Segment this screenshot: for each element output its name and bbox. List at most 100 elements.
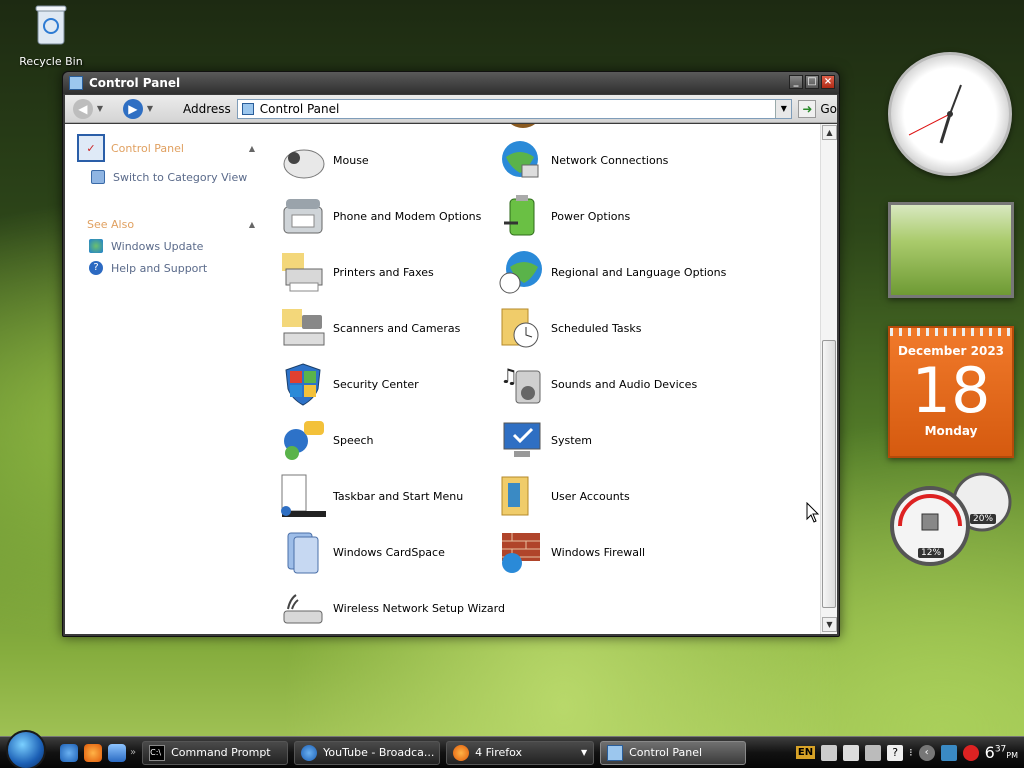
calendar-gadget[interactable]: December 2023 18 Monday [888, 326, 1014, 458]
item-speech[interactable]: Speech [279, 416, 374, 464]
keyboard-icon[interactable] [821, 744, 838, 761]
item-sounds-audio[interactable]: ♫ Sounds and Audio Devices [497, 360, 697, 408]
address-dropdown-icon[interactable]: ▼ [775, 99, 792, 118]
help-icon[interactable]: ? [887, 744, 904, 761]
memory-percent: 20% [970, 514, 997, 524]
item-scanners-cameras[interactable]: Scanners and Cameras [279, 304, 460, 352]
item-mouse-label: Mouse [333, 153, 369, 167]
taskbar-command-prompt[interactable]: C:\ Command Prompt [142, 740, 289, 765]
ie-icon[interactable] [60, 743, 78, 762]
pen-icon[interactable] [843, 744, 860, 761]
quick-launch-overflow-icon[interactable]: » [130, 747, 136, 758]
network-icon[interactable] [940, 744, 957, 761]
recycle-bin[interactable]: Recycle Bin [18, 4, 84, 68]
firefox-icon[interactable] [84, 743, 102, 762]
minimize-button[interactable]: _ [789, 75, 803, 89]
slideshow-gadget[interactable] [888, 202, 1014, 298]
item-wireless-setup-wizard-label: Wireless Network Setup Wizard [333, 601, 505, 615]
collapse-icon[interactable]: ▲ [249, 144, 255, 153]
scroll-down-button[interactable]: ▼ [822, 617, 837, 632]
scroll-up-button[interactable]: ▲ [822, 125, 837, 140]
item-system[interactable]: System [497, 416, 592, 464]
back-dropdown-icon[interactable]: ▼ [97, 104, 103, 113]
command-prompt-icon: C:\ [149, 744, 166, 761]
item-phone-modem[interactable]: Phone and Modem Options [279, 192, 481, 240]
mouse-cursor-icon [806, 502, 820, 523]
item-user-accounts[interactable]: User Accounts [497, 472, 630, 520]
item-windows-cardspace[interactable]: Windows CardSpace [279, 528, 445, 576]
cpu-meter-gadget[interactable]: 12% 20% [890, 470, 1014, 570]
address-bar[interactable]: Control Panel ▼ [236, 98, 793, 119]
help-support-link[interactable]: ? Help and Support [89, 261, 263, 275]
item-wireless-setup-wizard[interactable]: Wireless Network Setup Wizard [279, 584, 505, 632]
maximize-button[interactable]: □ [805, 75, 819, 89]
shield-icon [279, 360, 327, 408]
address-value[interactable]: Control Panel [260, 102, 776, 116]
item-scheduled-tasks[interactable]: Scheduled Tasks [497, 304, 642, 352]
vertical-scrollbar[interactable]: ▲ ▼ [820, 124, 837, 634]
scroll-thumb[interactable] [822, 340, 836, 608]
taskbar-firefox-group[interactable]: 4 Firefox ▼ [446, 740, 595, 765]
control-panel-section[interactable]: ✓ Control Panel ▲ [77, 134, 263, 162]
calendar-rings [890, 328, 1012, 336]
item-taskbar-start-menu[interactable]: Taskbar and Start Menu [279, 472, 463, 520]
help-icon: ? [89, 261, 103, 275]
back-button[interactable]: ◀ [73, 98, 93, 119]
task-label: Control Panel [629, 746, 703, 759]
start-button[interactable] [6, 729, 46, 768]
close-button[interactable]: × [821, 75, 835, 89]
forward-dropdown-icon[interactable]: ▼ [147, 104, 153, 113]
battery-icon [497, 192, 545, 240]
collapse-icon[interactable]: ▲ [249, 220, 255, 229]
go-button[interactable]: ➜ Go [798, 99, 837, 118]
control-panel-icon [607, 744, 624, 761]
taskbar-youtube[interactable]: YouTube - Broadca... [294, 740, 441, 765]
taskbar-icon [279, 472, 327, 520]
item-windows-firewall[interactable]: Windows Firewall [497, 528, 645, 576]
go-label: Go [820, 101, 837, 116]
speech-icon [279, 416, 327, 464]
windows-update-link[interactable]: Windows Update [89, 239, 263, 253]
tray-options-icon[interactable]: ⁝ [909, 746, 913, 759]
item-mouse[interactable]: Mouse [279, 136, 369, 184]
globe-icon [497, 248, 545, 296]
item-security-center[interactable]: Security Center [279, 360, 419, 408]
recycle-bin-icon [35, 5, 67, 45]
item-speech-label: Speech [333, 433, 374, 447]
quick-launch [60, 743, 126, 762]
taskbar-control-panel[interactable]: Control Panel [600, 740, 747, 765]
item-regional-language[interactable]: Regional and Language Options [497, 248, 726, 296]
task-label: Command Prompt [171, 746, 271, 759]
control-panel-window: Control Panel _ □ × ◀ ▼ ▶ ▼ Address Cont… [62, 71, 840, 637]
address-toolbar: ◀ ▼ ▶ ▼ Address Control Panel ▼ ➜ Go [65, 95, 837, 123]
firefox-icon [453, 744, 470, 761]
pane-header-title: Control Panel [111, 141, 184, 155]
task-pane: ✓ Control Panel ▲ Switch to Category Vie… [65, 124, 263, 634]
control-panel-icon [241, 102, 254, 115]
show-hidden-icons-icon[interactable]: ‹ [918, 744, 935, 761]
item-taskbar-start-menu-label: Taskbar and Start Menu [333, 489, 464, 503]
clock-gadget[interactable] [888, 52, 1012, 176]
window-title: Control Panel [89, 76, 181, 90]
see-also-section[interactable]: See Also ▲ [77, 218, 263, 231]
item-phone-modem-label: Phone and Modem Options [333, 209, 482, 223]
monitor-icon [497, 416, 545, 464]
control-panel-check-icon: ✓ [77, 134, 105, 162]
ie-icon [301, 744, 318, 761]
forward-button[interactable]: ▶ [123, 98, 143, 119]
item-scanners-cameras-label: Scanners and Cameras [333, 321, 461, 335]
show-desktop-icon[interactable] [108, 743, 126, 762]
control-panel-items: Mouse Network Connections Phone and Mode… [279, 124, 819, 634]
tablet-icon[interactable] [865, 744, 882, 761]
clock-time[interactable]: 637PM [985, 743, 1018, 762]
switch-category-view-link[interactable]: Switch to Category View [91, 170, 263, 184]
item-power-options[interactable]: Power Options [497, 192, 630, 240]
phone-icon [279, 192, 327, 240]
flash-icon[interactable] [962, 744, 979, 761]
title-bar[interactable]: Control Panel _ □ × [63, 72, 839, 94]
calendar-day: 18 [911, 354, 991, 427]
language-indicator[interactable]: EN [795, 746, 816, 759]
list-item[interactable] [499, 124, 553, 132]
item-network-connections[interactable]: Network Connections [497, 136, 668, 184]
item-printers-faxes[interactable]: Printers and Faxes [279, 248, 434, 296]
